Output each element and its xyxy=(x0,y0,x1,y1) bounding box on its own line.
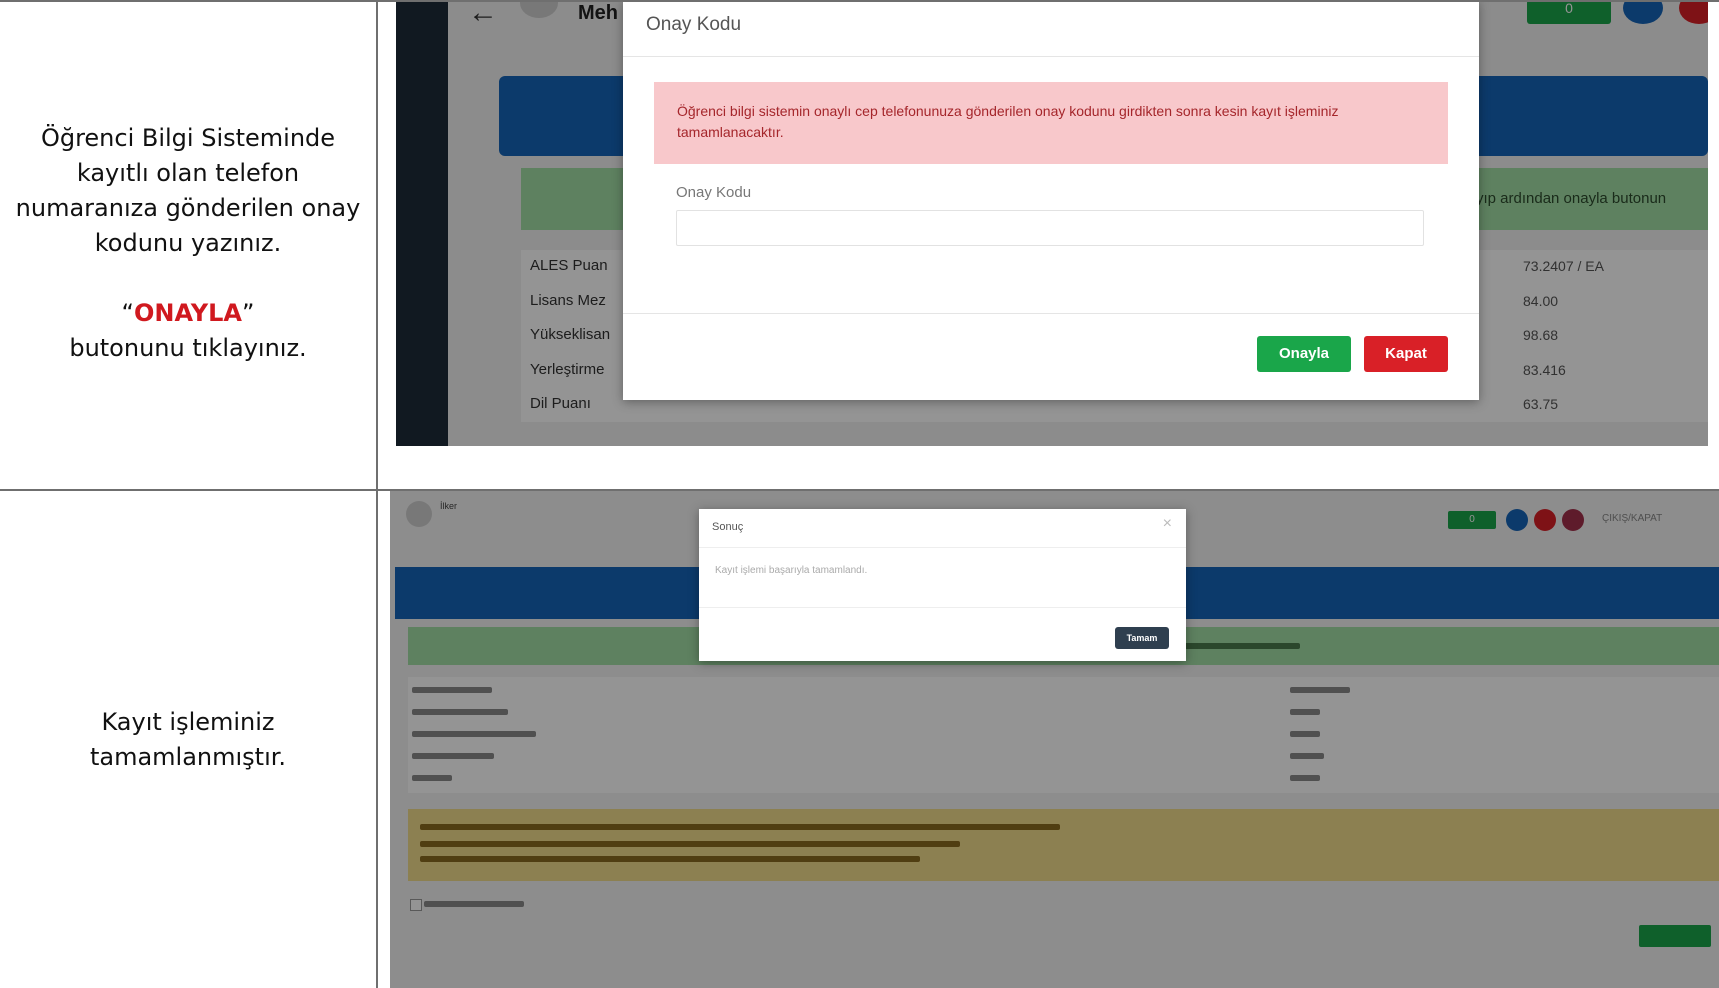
step2-screenshot: İlker 0 ÇIKIŞ/KAPAT Sonuç × Kayıt işlemi… xyxy=(390,491,1719,988)
step1-instruction: Öğrenci Bilgi Sisteminde kayıtlı olan te… xyxy=(0,121,376,366)
step1-highlight-line: “ONAYLA” xyxy=(0,296,376,331)
alert-text: Öğrenci bilgi sistemin onaylı cep telefo… xyxy=(677,103,1339,140)
modal-header-divider xyxy=(699,547,1186,548)
modal-close-icon[interactable]: × xyxy=(1163,515,1172,533)
modal-title: Sonuç xyxy=(712,521,744,533)
onay-kodu-modal: Onay Kodu Öğrenci bilgi sistemin onaylı … xyxy=(623,2,1479,400)
sonuc-modal: Sonuç × Kayıt işlemi başarıyla tamamland… xyxy=(699,509,1186,661)
step1-line-tail: butonunu tıklayınız. xyxy=(69,334,307,362)
step2-line-2: tamamlanmıştır. xyxy=(89,743,287,771)
kapat-button[interactable]: Kapat xyxy=(1364,336,1448,372)
quote-close: ” xyxy=(242,299,255,327)
onayla-highlight: ONAYLA xyxy=(133,299,242,327)
onay-kodu-input[interactable] xyxy=(676,210,1424,246)
tamam-button[interactable]: Tamam xyxy=(1115,627,1169,649)
onayla-button[interactable]: Onayla xyxy=(1257,336,1351,372)
modal-header-divider xyxy=(623,56,1479,57)
modal-message: Kayıt işlemi başarıyla tamamlandı. xyxy=(715,565,868,576)
step1-line-2: kayıtlı olan telefon xyxy=(76,159,300,187)
step1-line-4: kodunu yazınız. xyxy=(94,229,282,257)
step1-line-1: Öğrenci Bilgi Sisteminde xyxy=(40,124,336,152)
step2-instruction: Kayıt işleminiz tamamlanmıştır. xyxy=(0,705,376,775)
step1-line-3: numaranıza gönderilen onay xyxy=(15,194,361,222)
field-label: Onay Kodu xyxy=(676,184,752,201)
step2-line-1: Kayıt işleminiz xyxy=(101,708,275,736)
modal-title: Onay Kodu xyxy=(646,14,742,35)
table-column-divider xyxy=(376,0,378,988)
step1-screenshot: ← Meh 0 yıp ardından onayla butonun ALES… xyxy=(396,2,1708,446)
modal-footer-divider xyxy=(699,607,1186,608)
modal-footer-divider xyxy=(623,313,1479,314)
quote-open: “ xyxy=(121,299,134,327)
